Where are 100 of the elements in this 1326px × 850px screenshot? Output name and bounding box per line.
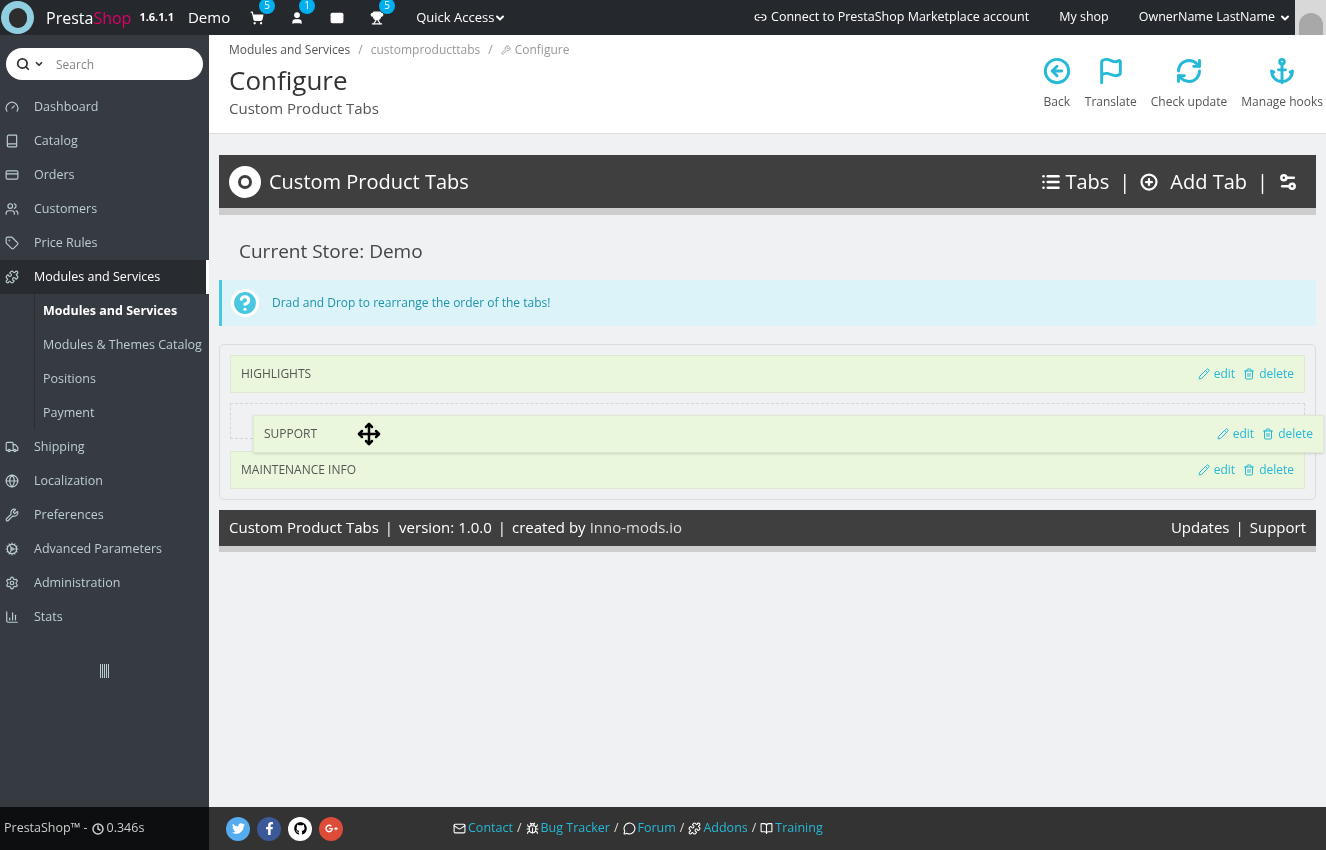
tabs-link[interactable]: Tabs bbox=[1041, 166, 1110, 197]
bug-icon bbox=[525, 822, 539, 835]
footer-module-name: Custom Product Tabs bbox=[229, 516, 379, 539]
shop-name: Demo bbox=[187, 6, 231, 29]
footer-link[interactable]: Training bbox=[760, 819, 823, 838]
update-icon bbox=[1175, 57, 1204, 85]
user-menu[interactable]: OwnerName LastName bbox=[1138, 8, 1291, 27]
addons-icon bbox=[688, 822, 702, 835]
trash-icon bbox=[1243, 367, 1256, 380]
toolbar-button[interactable]: Check update bbox=[1150, 57, 1228, 111]
breadcrumb-separator: / bbox=[358, 41, 363, 59]
notification-badge: 1 bbox=[299, 0, 316, 14]
updates-link[interactable]: Updates bbox=[1170, 516, 1230, 539]
separator: | bbox=[1257, 166, 1268, 197]
google-icon bbox=[324, 822, 338, 835]
plus-icon bbox=[1140, 172, 1159, 191]
sidebar-subitem[interactable]: Modules & Themes Catalog bbox=[35, 328, 209, 362]
collapse-handle-icon[interactable] bbox=[99, 664, 110, 678]
move-cursor-icon bbox=[357, 421, 382, 446]
sidebar-subitem[interactable]: Payment bbox=[35, 396, 209, 430]
toolbar-button[interactable]: Manage hooks bbox=[1241, 57, 1323, 111]
social-button[interactable] bbox=[288, 816, 312, 841]
tab-name: SUPPORT bbox=[264, 424, 318, 443]
sidebar-subitem[interactable]: Positions bbox=[35, 362, 209, 396]
modules-icon bbox=[5, 270, 19, 284]
footer-version: version: 1.0.0 bbox=[399, 516, 492, 539]
link-icon bbox=[754, 11, 768, 24]
breadcrumb-link[interactable]: Modules and Services bbox=[229, 41, 351, 59]
footer-link[interactable]: Bug Tracker bbox=[525, 819, 610, 838]
hooks-icon bbox=[1268, 57, 1297, 85]
dashboard-icon bbox=[5, 100, 19, 114]
notification-badge: 5 bbox=[379, 0, 396, 14]
my-shop-link[interactable]: My shop bbox=[1059, 8, 1109, 27]
trash-icon bbox=[1262, 427, 1275, 440]
page-title: Configure bbox=[229, 63, 349, 97]
sidebar-item[interactable]: Customers bbox=[0, 192, 209, 226]
administration-icon bbox=[5, 576, 19, 590]
sidebar-item[interactable]: Orders bbox=[0, 158, 209, 192]
training-icon bbox=[760, 822, 774, 835]
sidebar-item[interactable]: Modules and Services bbox=[0, 260, 209, 294]
marketplace-link[interactable]: Connect to PrestaShop Marketplace account bbox=[754, 8, 1030, 27]
footer-link[interactable]: Forum bbox=[622, 819, 676, 838]
toolbar-button[interactable]: Back bbox=[1042, 57, 1071, 111]
trash-icon bbox=[1243, 463, 1256, 476]
footer-link[interactable]: Contact bbox=[453, 819, 513, 838]
sidebar-subitem[interactable]: Modules and Services bbox=[35, 294, 209, 328]
settings-icon[interactable] bbox=[1278, 171, 1298, 192]
tab-name: HIGHLIGHTS bbox=[241, 364, 312, 383]
social-button[interactable] bbox=[226, 816, 250, 841]
separator: | bbox=[1235, 516, 1244, 539]
question-icon bbox=[230, 287, 260, 318]
clock-icon bbox=[91, 822, 104, 835]
sidebar-item[interactable]: Catalog bbox=[0, 124, 209, 158]
search-field[interactable]: Search bbox=[6, 48, 203, 80]
customers-icon bbox=[5, 202, 19, 216]
cart-icon bbox=[250, 10, 265, 25]
shipping-icon bbox=[5, 440, 19, 454]
sidebar-item[interactable]: Shipping bbox=[0, 430, 209, 464]
orders-icon bbox=[5, 168, 19, 182]
footer-brand: PrestaShop™ - bbox=[4, 819, 88, 838]
pencil-icon bbox=[1216, 427, 1229, 440]
add-tab-link[interactable]: Add Tab bbox=[1140, 166, 1247, 197]
separator: | bbox=[497, 516, 506, 539]
social-button[interactable] bbox=[319, 816, 343, 841]
separator: | bbox=[1119, 166, 1131, 197]
module-title: Custom Product Tabs bbox=[269, 166, 469, 197]
sidebar-item[interactable]: Administration bbox=[0, 566, 209, 600]
social-button[interactable] bbox=[257, 816, 281, 841]
search-icon bbox=[16, 57, 30, 71]
trophy-icon bbox=[370, 10, 385, 25]
brand-name: PrestaShop bbox=[46, 5, 132, 30]
toolbar-button[interactable]: Translate bbox=[1084, 57, 1137, 111]
caret-icon bbox=[34, 59, 44, 69]
github-icon bbox=[293, 822, 307, 835]
page-subtitle: Custom Product Tabs bbox=[229, 97, 380, 120]
separator: / bbox=[679, 819, 685, 838]
sidebar-item[interactable]: Stats bbox=[0, 600, 209, 634]
preferences-icon bbox=[5, 508, 19, 522]
support-link[interactable]: Support bbox=[1249, 516, 1306, 539]
separator: / bbox=[751, 819, 757, 838]
info-text: Drad and Drop to rearrange the order of the tabs! bbox=[272, 293, 551, 312]
pencil-icon bbox=[1197, 367, 1210, 380]
sidebar-item[interactable]: Dashboard bbox=[0, 90, 209, 124]
sidebar-item[interactable]: Localization bbox=[0, 464, 209, 498]
twitter-icon bbox=[231, 822, 245, 835]
quick-access-menu[interactable]: Quick Access bbox=[416, 7, 507, 28]
current-store-title: Current Store: Demo bbox=[239, 237, 424, 266]
catalog-icon bbox=[5, 134, 19, 148]
back-icon bbox=[1042, 57, 1071, 85]
footer-link[interactable]: Addons bbox=[688, 819, 748, 838]
sidebar-item[interactable]: Price Rules bbox=[0, 226, 209, 260]
version-label: 1.6.1.1 bbox=[139, 9, 174, 26]
sidebar-item[interactable]: Advanced Parameters bbox=[0, 532, 209, 566]
sidebar-item[interactable]: Preferences bbox=[0, 498, 209, 532]
tab-name: MAINTENANCE INFO bbox=[241, 460, 356, 479]
breadcrumb-separator: / bbox=[488, 41, 493, 59]
author-link[interactable]: Inno-mods.io bbox=[589, 516, 683, 539]
load-time: 0.346s bbox=[106, 819, 145, 838]
separator: | bbox=[384, 516, 394, 539]
customer-icon bbox=[290, 10, 305, 25]
